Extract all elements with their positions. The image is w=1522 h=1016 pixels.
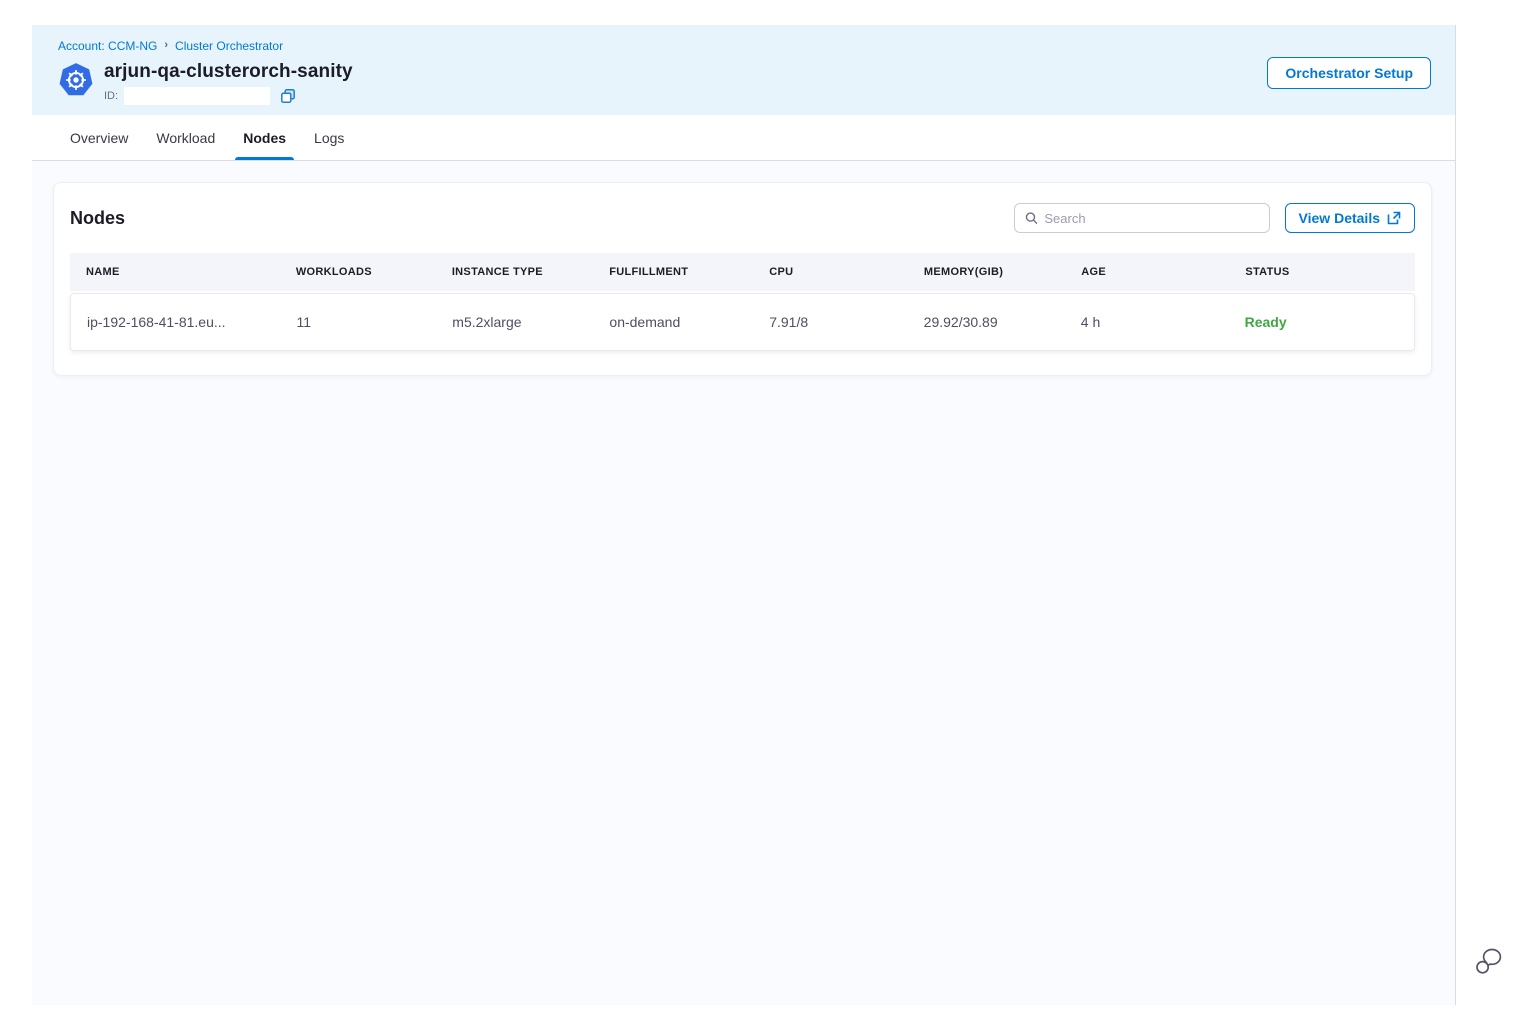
table-header-row: Name Workloads Instance Type Fulfillment… [70, 253, 1415, 291]
page-title: arjun-qa-clusterorch-sanity [104, 60, 353, 84]
breadcrumb: Account: CCM-NG › Cluster Orchestrator [58, 39, 1431, 53]
copy-icon[interactable] [280, 88, 296, 104]
title-block: arjun-qa-clusterorch-sanity ID: [58, 60, 1431, 105]
search-input[interactable] [1044, 211, 1258, 226]
cell-memory: 29.92/30.89 [908, 314, 1065, 330]
kubernetes-icon [58, 62, 94, 98]
column-header-status: Status [1229, 266, 1415, 278]
view-details-label: View Details [1299, 210, 1380, 226]
status-badge: Ready [1229, 314, 1414, 330]
column-header-age: Age [1065, 266, 1229, 278]
column-header-fulfillment: Fulfillment [593, 266, 753, 278]
cell-workloads: 11 [281, 314, 437, 330]
cell-node-name: ip-192-168-41-81.eu... [71, 314, 281, 330]
view-details-button[interactable]: View Details [1285, 203, 1415, 233]
breadcrumb-separator: › [164, 39, 168, 51]
orchestrator-setup-button[interactable]: Orchestrator Setup [1267, 57, 1431, 89]
cluster-id-value [124, 87, 270, 105]
chat-bubbles-icon[interactable] [1474, 944, 1504, 976]
breadcrumb-account-link[interactable]: Account: CCM-NG [58, 39, 157, 53]
app-frame: Account: CCM-NG › Cluster Orchestrator [32, 25, 1456, 1005]
tab-logs[interactable]: Logs [312, 115, 346, 160]
tabs-bar: Overview Workload Nodes Logs [32, 115, 1455, 161]
tab-workload[interactable]: Workload [154, 115, 217, 160]
panel-title: Nodes [70, 208, 125, 229]
cell-cpu: 7.91/8 [753, 314, 907, 330]
page-header: Account: CCM-NG › Cluster Orchestrator [32, 25, 1455, 115]
column-header-workloads: Workloads [280, 266, 436, 278]
table-row[interactable]: ip-192-168-41-81.eu... 11 m5.2xlarge on-… [70, 293, 1415, 351]
column-header-name: Name [70, 266, 280, 278]
column-header-cpu: CPU [753, 266, 908, 278]
cluster-id-label: ID: [104, 90, 118, 102]
cell-instance-type: m5.2xlarge [436, 314, 593, 330]
tab-overview[interactable]: Overview [68, 115, 130, 160]
search-icon [1025, 211, 1038, 225]
cell-age: 4 h [1065, 314, 1229, 330]
external-link-icon [1387, 211, 1401, 225]
search-box [1014, 203, 1270, 233]
breadcrumb-section-link[interactable]: Cluster Orchestrator [175, 39, 283, 53]
cell-fulfillment: on-demand [593, 314, 753, 330]
nodes-panel: Nodes View Details [53, 182, 1432, 376]
column-header-instance-type: Instance Type [436, 266, 593, 278]
content-area: Nodes View Details [32, 161, 1455, 1005]
tab-nodes[interactable]: Nodes [241, 115, 288, 160]
column-header-memory: Memory(GiB) [908, 266, 1065, 278]
